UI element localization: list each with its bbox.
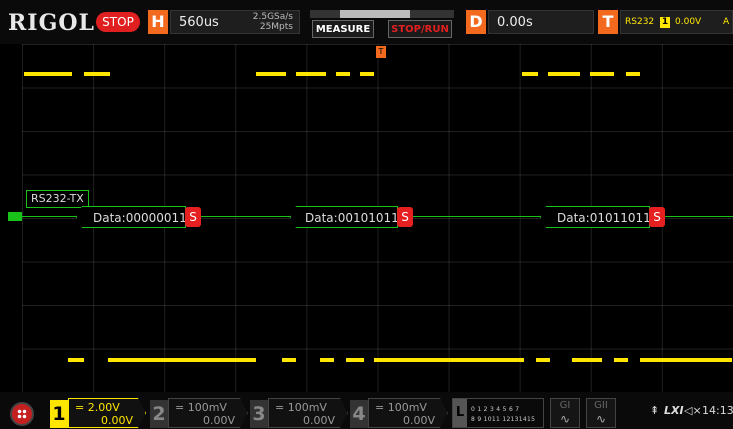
generator-1-button[interactable]: GI ∿	[550, 398, 580, 428]
logic-channels-row2: 8 9 1011 12131415	[471, 416, 536, 423]
generator-1-label: GI	[559, 400, 571, 411]
menu-dots-icon	[17, 409, 27, 419]
trigger-channel-badge: 1	[660, 17, 670, 28]
bus-packet[interactable]: Data:00000011	[76, 206, 186, 228]
horizontal-panel[interactable]: 560us 2.5GSa/s 25Mpts	[170, 10, 300, 34]
channel-2-scale: 100mV	[187, 401, 227, 414]
clock-time: 14:13	[702, 404, 733, 417]
bus-position-marker[interactable]	[8, 212, 22, 221]
bus-packet[interactable]: Data:01011011	[540, 206, 650, 228]
usb-icon: ⇞	[650, 404, 660, 417]
main-menu-icon[interactable]	[10, 402, 34, 426]
trace-segment	[68, 358, 84, 362]
trace-segment	[282, 358, 296, 362]
generator-2-button[interactable]: GII ∿	[586, 398, 616, 428]
run-state-indicator[interactable]: STOP	[96, 12, 140, 32]
channel-2-key[interactable]: 2	[150, 400, 168, 428]
channel-3-offset: 0.00V	[302, 414, 335, 427]
sine-wave-icon: ∿	[595, 412, 607, 426]
trace-segment	[626, 72, 640, 76]
channel-4-offset: 0.00V	[402, 414, 435, 427]
logic-analyzer-panel[interactable]: L 0 1 2 3 4 5 6 7 8 9 1011 12131415	[452, 398, 544, 428]
channel-1-key[interactable]: 1	[50, 400, 68, 428]
sound-muted-icon[interactable]: ◁×	[684, 404, 702, 417]
channel-3-coupling: =	[275, 401, 285, 414]
top-bar: RIGOL STOP H 560us 2.5GSa/s 25Mpts MEASU…	[0, 0, 733, 44]
stop-run-button[interactable]: STOP/RUN	[388, 20, 452, 38]
delay-key[interactable]: D	[466, 10, 486, 34]
channel-4-panel[interactable]: = 100mV 0.00V	[368, 398, 448, 428]
bus-packet-text: Data:00000011	[93, 211, 187, 225]
trace-segment	[374, 358, 524, 362]
channel-4-scale: 100mV	[387, 401, 427, 414]
channel-2-scale-row: = 100mV	[175, 401, 227, 414]
trigger-key[interactable]: T	[598, 10, 618, 34]
trace-segment	[614, 358, 628, 362]
trigger-position-marker[interactable]: T	[376, 46, 386, 58]
bus-packet[interactable]: Data:00101011	[290, 206, 398, 228]
channel-3-scale-row: = 100mV	[275, 401, 327, 414]
trigger-mode: A	[723, 17, 730, 27]
trace-segment	[590, 72, 614, 76]
timebase-value: 560us	[179, 15, 219, 30]
delay-value: 0.00s	[497, 15, 533, 30]
trace-segment	[108, 358, 256, 362]
sine-wave-icon: ∿	[559, 412, 571, 426]
bus-label: RS232-TX	[26, 190, 89, 208]
trace-segment	[256, 72, 286, 76]
channel-1-scale-row: = 2.00V	[75, 401, 120, 414]
memory-depth: 25Mpts	[259, 22, 293, 32]
trigger-source: RS232	[625, 17, 655, 27]
sample-rate: 2.5GSa/s	[252, 12, 293, 22]
logic-channels-row1: 0 1 2 3 4 5 6 7	[471, 406, 520, 413]
stop-bit-tag: S	[397, 207, 413, 227]
generator-2-label: GII	[594, 400, 608, 411]
memory-overview-strip	[310, 10, 454, 18]
trace-segment	[572, 358, 602, 362]
trace-segment	[640, 358, 732, 362]
trace-segment	[296, 72, 326, 76]
channel-3-key[interactable]: 3	[250, 400, 268, 428]
trigger-level: 0.00V	[675, 17, 702, 27]
channel-3-scale: 100mV	[287, 401, 327, 414]
channel-2-coupling: =	[175, 401, 185, 414]
bus-packet-text: Data:00101011	[305, 211, 399, 225]
channel-2-panel[interactable]: = 100mV 0.00V	[168, 398, 248, 428]
channel-4-key[interactable]: 4	[350, 400, 368, 428]
logic-key: L	[453, 399, 467, 427]
rigol-logo: RIGOL	[8, 10, 95, 36]
channel-1-offset: 0.00V	[100, 414, 133, 427]
trace-segment	[360, 72, 374, 76]
trace-segment	[522, 72, 538, 76]
channel-4-coupling: =	[375, 401, 385, 414]
stop-bit-tag: S	[649, 207, 665, 227]
trace-segment	[336, 72, 350, 76]
channel-4-scale-row: = 100mV	[375, 401, 427, 414]
trigger-panel[interactable]: RS232 1 0.00V A	[620, 10, 733, 34]
trace-segment	[536, 358, 550, 362]
trace-segment	[320, 358, 334, 362]
measure-button[interactable]: MEASURE	[312, 20, 374, 38]
channel-3-panel[interactable]: = 100mV 0.00V	[268, 398, 348, 428]
stop-bit-tag: S	[185, 207, 201, 227]
delay-panel[interactable]: 0.00s	[488, 10, 594, 34]
channel-1-panel[interactable]: = 2.00V 0.00V	[68, 398, 146, 428]
channel-1-scale: 2.00V	[87, 401, 120, 414]
lxi-icon: LXI	[664, 404, 684, 417]
channel-1-coupling: =	[75, 401, 85, 414]
trace-segment	[84, 72, 110, 76]
trace-segment	[24, 72, 72, 76]
trace-segment	[548, 72, 580, 76]
bus-packet-text: Data:01011011	[557, 211, 651, 225]
channel-2-offset: 0.00V	[202, 414, 235, 427]
trace-segment	[346, 358, 364, 362]
memory-window	[340, 10, 410, 18]
horizontal-key[interactable]: H	[148, 10, 168, 34]
